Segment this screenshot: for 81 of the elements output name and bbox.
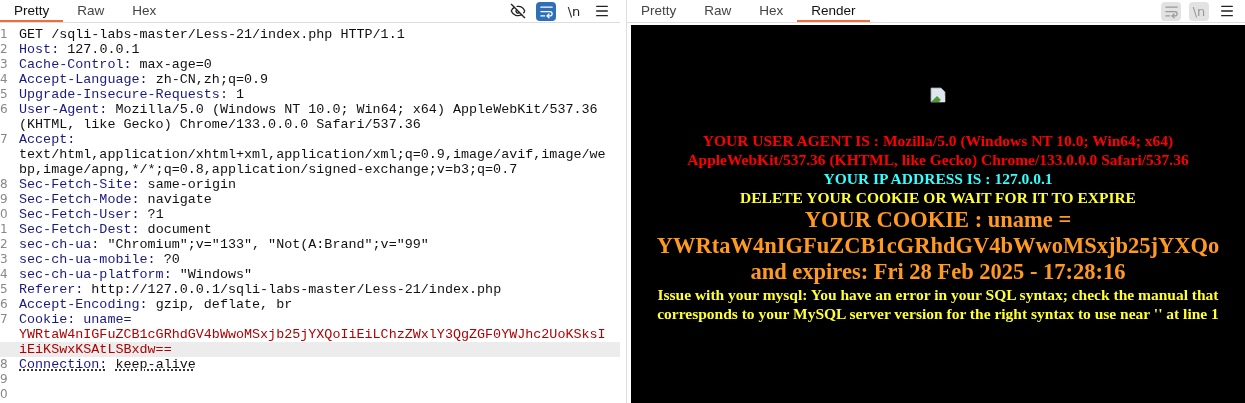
header-name: Host: (19, 42, 60, 57)
line-number: 5 (0, 282, 9, 297)
line-number: 3 (0, 57, 9, 72)
header-value: ?1 (147, 207, 164, 222)
line-number: 7 (0, 132, 9, 147)
line-number: 2 (0, 42, 9, 57)
tab[interactable]: Pretty (627, 0, 691, 22)
line-number: 4 (0, 72, 9, 87)
header-value: max-age=0 (139, 57, 212, 72)
header-value: text/html,application/xhtml+xml,application/xml;q=0.9,image/avif,image/we (19, 147, 606, 162)
rendered-text: YOUR USER AGENT IS : Mozilla/5.0 (Windows NT 10.0; Win64; x64) AppleWebKit/537.36 (KHTML, like Gecko) Chrome/133.0.0.0 Safari/537.36 (686, 131, 1190, 169)
cookie-name: uname= (83, 312, 132, 327)
header-name: Upgrade-Insecure-Requests: (19, 87, 228, 102)
header-value: "Chromium";v="133", "Not(A:Brand";v="99" (107, 237, 429, 252)
line-number: 2 (0, 237, 9, 252)
header-value: Mozilla/5.0 (Windows NT 10.0; Win64; x64) AppleWebKit/537.36 (115, 102, 598, 117)
line-number: 8 (0, 177, 9, 192)
header-name: Cookie: (19, 312, 76, 327)
header-name: Sec-Fetch-Site: (19, 177, 140, 192)
tab[interactable]: Pretty (0, 0, 64, 22)
line-number: 0 (0, 207, 9, 222)
header-name: sec-ch-ua-platform: (19, 267, 172, 282)
rendered-text: YWRtaW4nIGFuZCB1cGRhdGV4bWwoMSxjb25jYXQo (656, 233, 1220, 259)
rendered-text: Issue with your mysql: You have an error in your SQL syntax; check the manual that corresponds to your MySQL server version for the right syntax to use near '' at line 1 (656, 285, 1220, 323)
header-name: sec-ch-ua: (19, 237, 100, 252)
wrap-text-icon (538, 3, 554, 19)
cookie-value: iEiKSwxKSAtLSBxdw== (19, 342, 172, 357)
header-value: 1 (236, 87, 245, 102)
broken-image-icon (930, 87, 946, 103)
header-value: ?0 (163, 252, 180, 267)
line-number: 9 (0, 372, 9, 387)
header-value: navigate (147, 192, 212, 207)
header-name: Accept-Language: (19, 72, 148, 87)
header-value: zh-CN,zh;q=0.9 (155, 72, 269, 87)
line-number: 0 (0, 387, 9, 402)
rendered-text: YOUR IP ADDRESS IS : 127.0.0.1 (823, 169, 1053, 188)
header-value: bp,image/apng,*/*;q=0.8,application/signed-exchange;v=b3;q=0.7 (19, 162, 518, 177)
wrap-text-icon (1163, 3, 1179, 19)
request-line: GET /sqli-labs-master/Less-21/index.php HTTP/1.1 (19, 27, 405, 42)
eye-off-icon (510, 3, 526, 19)
header-value: same-origin (147, 177, 236, 192)
header-name: sec-ch-ua-mobile: (19, 252, 156, 267)
tab[interactable]: Render (797, 0, 870, 22)
tab[interactable]: Raw (690, 0, 746, 22)
header-name: Sec-Fetch-Mode: (19, 192, 140, 207)
line-number: 9 (0, 192, 9, 207)
line-number: 6 (0, 297, 9, 312)
rendered-text: and expires: Fri 28 Feb 2025 - 17:28:16 (750, 259, 1126, 285)
header-value: http://127.0.0.1/sqli-labs-master/Less-21/index.php (91, 282, 502, 297)
header-name: Sec-Fetch-User: (19, 207, 140, 222)
header-name: Connection: (19, 357, 108, 372)
tab[interactable]: Raw (63, 0, 119, 22)
header-value: keep-alive (115, 357, 196, 372)
line-number: 1 (0, 27, 9, 42)
header-value: document (147, 222, 212, 237)
tab[interactable]: Hex (118, 0, 171, 22)
header-value: "Windows" (179, 267, 253, 282)
header-name: Cache-Control: (19, 57, 132, 72)
header-name: Sec-Fetch-Dest: (19, 222, 140, 237)
header-value: gzip, deflate, br (155, 297, 293, 312)
line-number: 5 (0, 87, 9, 102)
line-number: 6 (0, 102, 9, 117)
header-name: Accept: (19, 132, 76, 147)
rendered-text: DELETE YOUR COOKIE OR WAIT FOR IT TO EXPIRE (740, 188, 1136, 207)
line-number: 4 (0, 267, 9, 282)
toolbar-button[interactable] (508, 1, 528, 21)
line-number: 3 (0, 252, 9, 267)
line-number: 7 (0, 312, 9, 327)
rendered-text: YOUR COOKIE : uname = (804, 207, 1072, 233)
header-name: User-Agent: (19, 102, 108, 117)
tab[interactable]: Hex (745, 0, 798, 22)
cookie-value: YWRtaW4nIGFuZCB1cGRhdGV4bWwoMSxjb25jYXQoIiEiLChzZWxlY3QgZGF0YWJhc2UoKSksI (19, 327, 606, 342)
newline-button[interactable]: \n (564, 1, 584, 21)
header-name: Referer: (19, 282, 84, 297)
header-value: 127.0.0.1 (67, 42, 140, 57)
menu-icon (1219, 3, 1235, 19)
header-value: (KHTML, like Gecko) Chrome/133.0.0.0 Safari/537.36 (19, 117, 421, 132)
line-number: 8 (0, 357, 9, 372)
menu-icon (594, 3, 610, 19)
line-number: 1 (0, 222, 9, 237)
header-name: Accept-Encoding: (19, 297, 148, 312)
